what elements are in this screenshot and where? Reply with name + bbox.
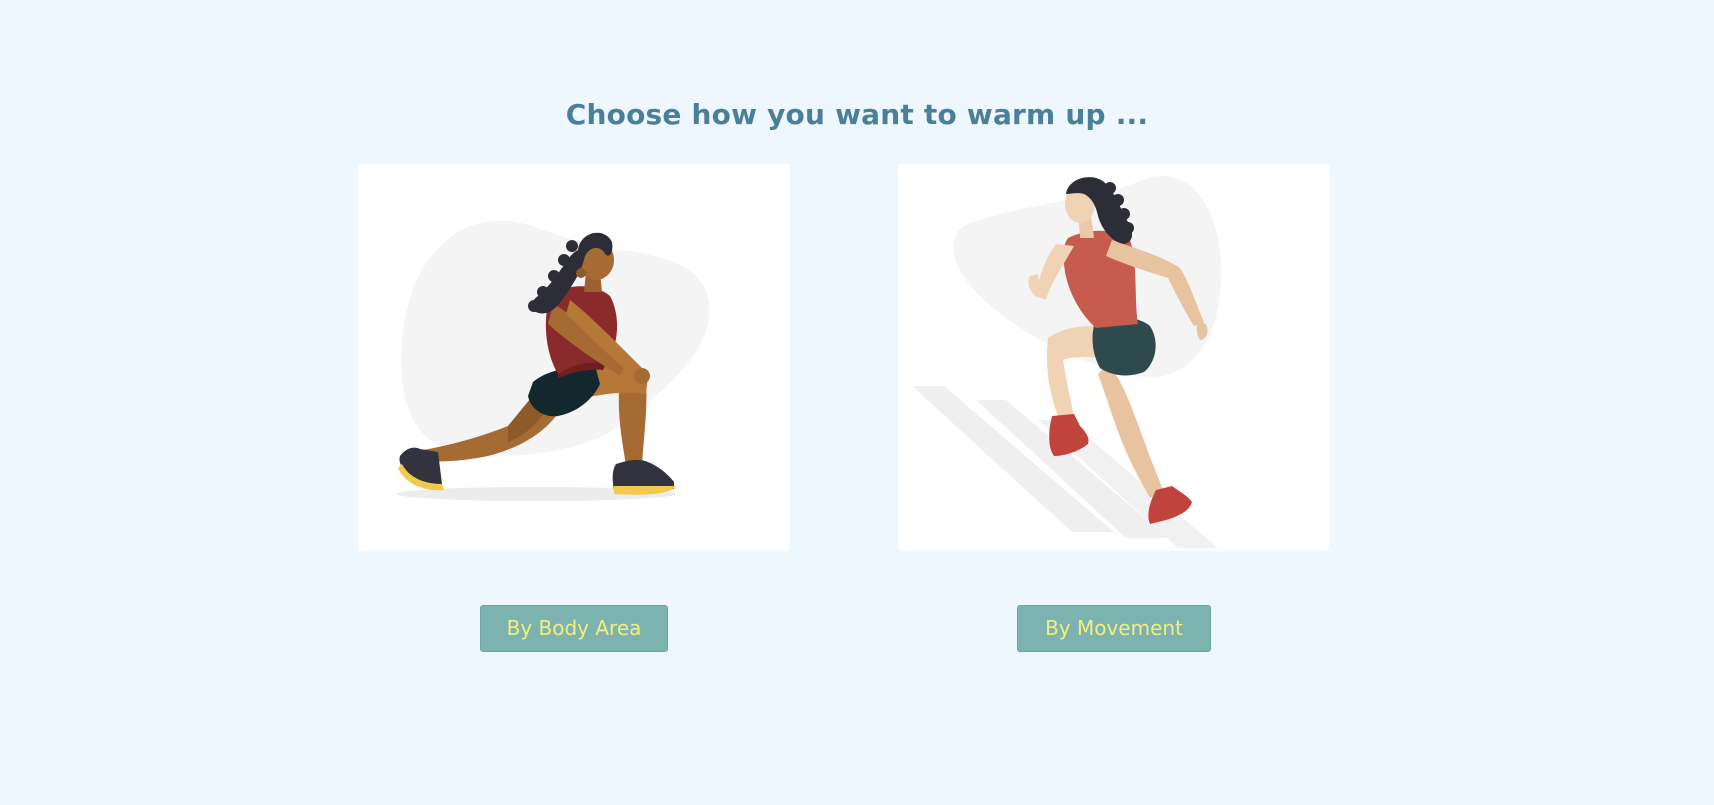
by-body-area-button[interactable]: By Body Area bbox=[480, 605, 668, 652]
woman-lunge-stretch-illustration bbox=[396, 220, 710, 501]
movement-illustration-card[interactable] bbox=[898, 164, 1330, 551]
by-movement-button[interactable]: By Movement bbox=[1017, 605, 1211, 652]
page-title: Choose how you want to warm up ... bbox=[565, 98, 1149, 131]
body-area-illustration-card[interactable] bbox=[358, 164, 790, 551]
woman-running-illustration bbox=[912, 175, 1222, 548]
